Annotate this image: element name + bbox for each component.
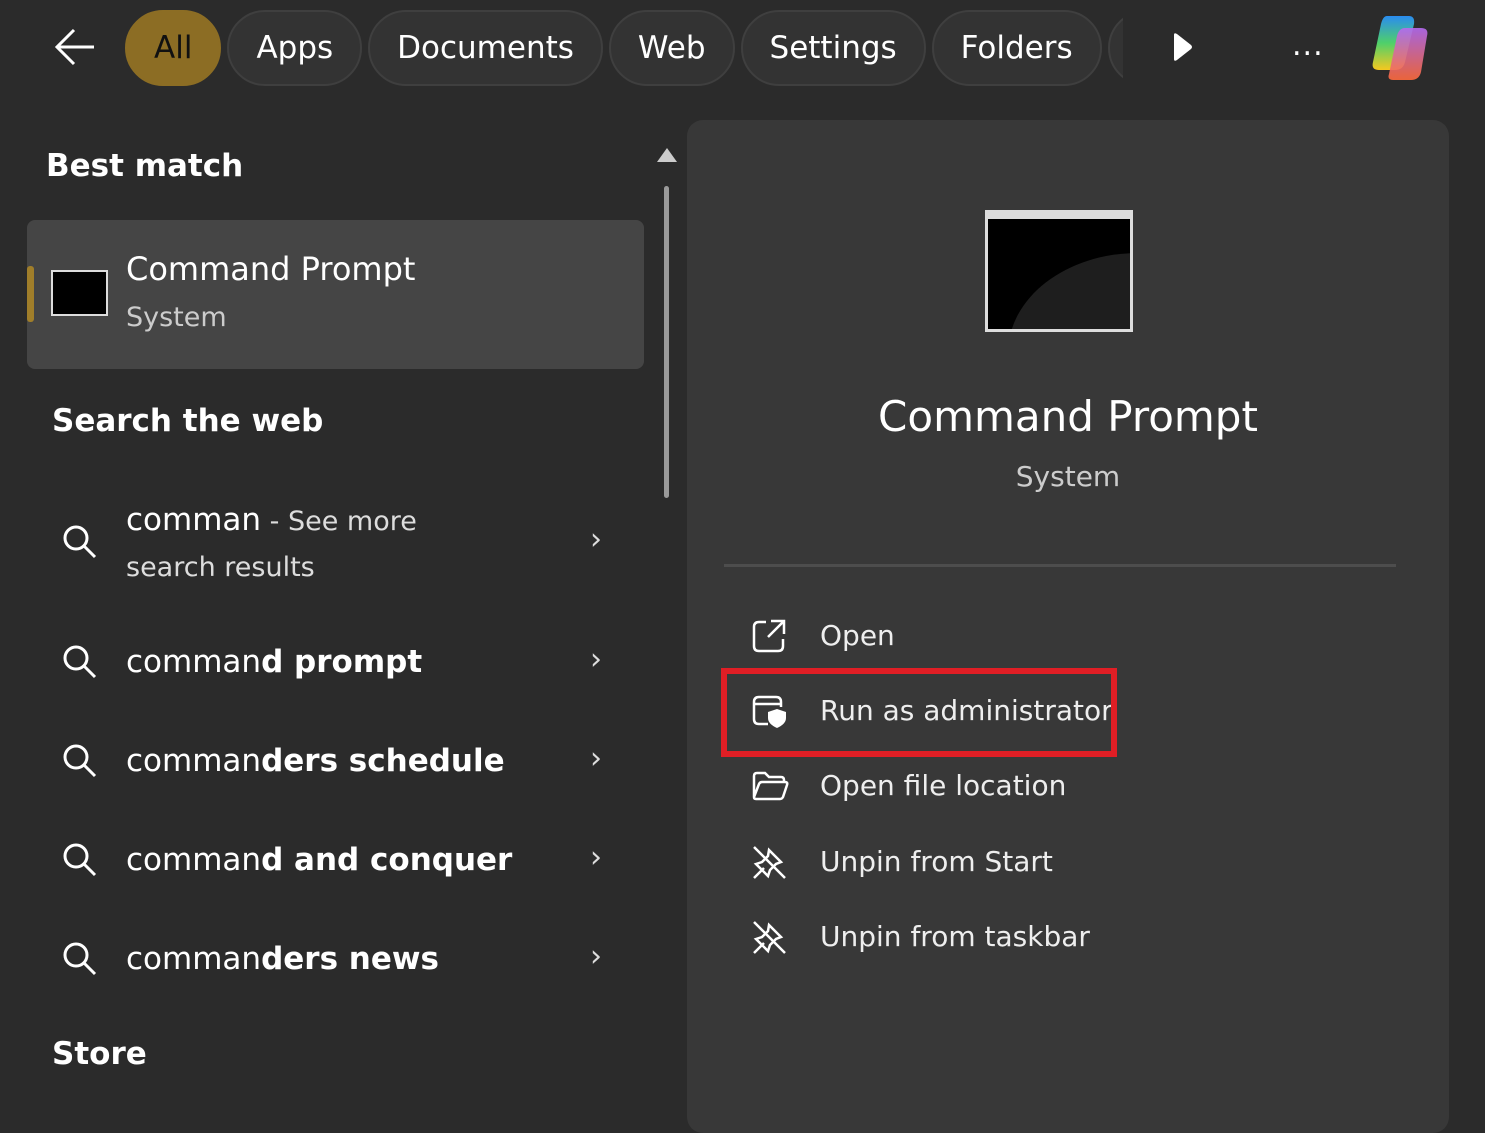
search-icon [63,843,97,877]
result-suffix: d prompt [261,644,423,680]
result-line2: search results [126,552,315,583]
search-icon [63,942,97,976]
tab-apps[interactable]: Apps [227,10,363,86]
store-heading: Store [52,1036,147,1072]
action-label: Open file location [820,769,1067,802]
scroll-right-icon[interactable] [1170,32,1194,62]
result-typed: comman [126,502,262,538]
result-typed: comman [126,644,262,680]
filter-tabs: All Apps Documents Web Settings Folders [125,10,1123,86]
divider [724,564,1396,567]
result-suffix: - See more [261,506,417,537]
web-result[interactable]: command and conquer › [52,836,612,884]
unpin-icon [753,921,786,954]
best-match-subtitle: System [126,302,227,333]
result-suffix: d and conquer [261,842,513,878]
app-subtitle: System [1015,460,1121,493]
tab-web[interactable]: Web [608,10,735,86]
folder-icon [752,771,789,801]
best-match-heading: Best match [46,148,244,184]
web-result[interactable]: command prompt › [52,638,612,686]
results-list: Best match Command Prompt System Search … [0,120,680,1113]
chevron-right-icon: › [590,642,602,677]
filter-bar: All Apps Documents Web Settings Folders ... [0,10,1485,86]
scroll-up-arrow-icon[interactable] [657,148,677,162]
app-title: Command Prompt [878,392,1258,441]
highlight-box [721,668,1117,757]
details-panel: Command Prompt System Open Run as admini… [687,120,1449,1133]
scrollbar-thumb[interactable] [664,186,669,498]
tab-all[interactable]: All [125,10,222,86]
selection-indicator [27,266,34,322]
unpin-icon [753,846,786,879]
search-web-heading: Search the web [52,403,324,439]
chevron-right-icon: › [590,522,602,557]
web-result[interactable]: comman - See more search results › [52,496,612,592]
command-prompt-large-icon [985,210,1133,332]
result-typed: comman [126,941,262,977]
chevron-right-icon: › [590,741,602,776]
result-typed: comman [126,842,262,878]
result-suffix: ders schedule [261,743,505,779]
search-icon [63,645,97,679]
web-result[interactable]: commanders schedule › [52,737,612,785]
tab-partial[interactable] [1107,10,1123,86]
more-options-button[interactable]: ... [1292,28,1324,63]
search-icon [63,525,97,559]
tab-documents[interactable]: Documents [368,10,603,86]
best-match-title: Command Prompt [126,250,416,288]
action-label: Unpin from Start [820,845,1053,878]
open-external-icon [752,619,786,653]
best-match-item[interactable]: Command Prompt System [27,220,644,369]
copilot-icon[interactable] [1365,12,1439,84]
action-label: Unpin from taskbar [820,920,1090,953]
search-icon [63,744,97,778]
chevron-right-icon: › [590,939,602,974]
tab-settings[interactable]: Settings [740,10,926,86]
chevron-right-icon: › [590,840,602,875]
result-typed: comman [126,743,262,779]
result-suffix: ders news [261,941,439,977]
web-result[interactable]: commanders news › [52,935,612,983]
command-prompt-icon [51,270,108,316]
tab-folders[interactable]: Folders [931,10,1102,86]
back-icon[interactable] [52,24,98,70]
action-label: Open [820,619,895,652]
